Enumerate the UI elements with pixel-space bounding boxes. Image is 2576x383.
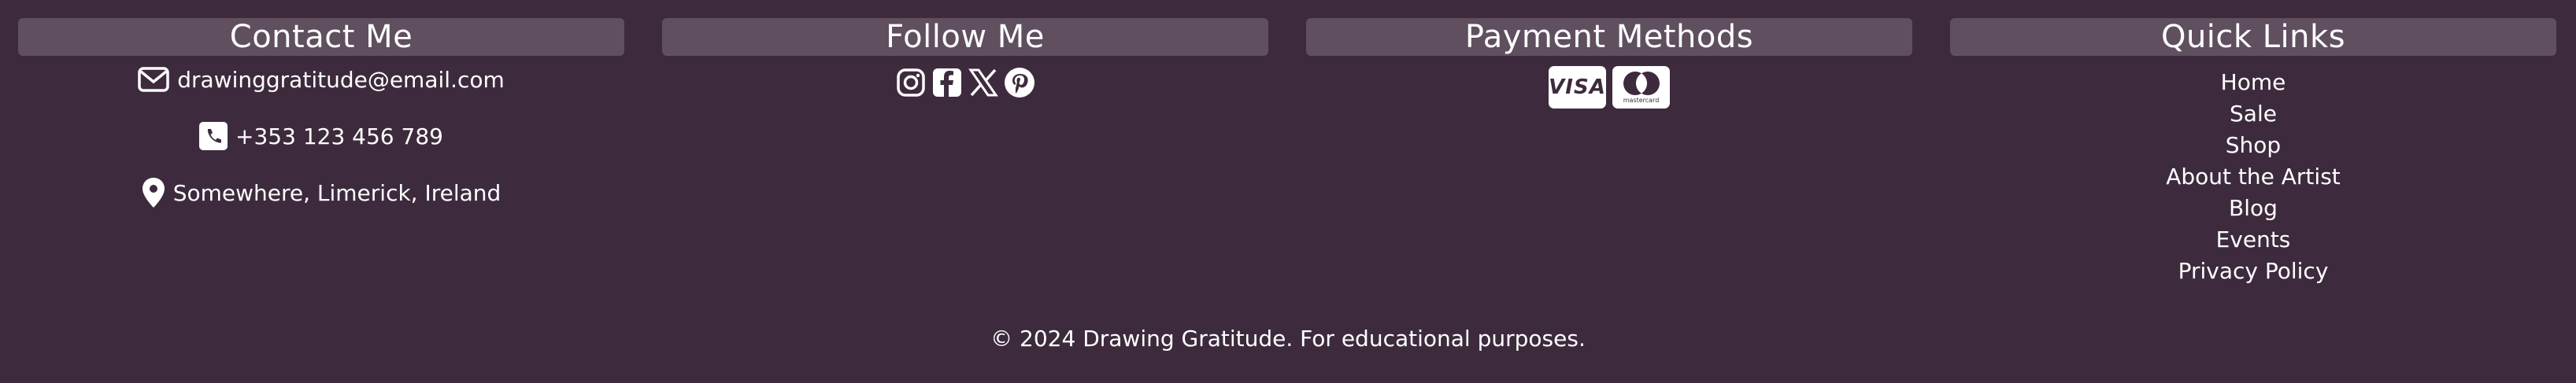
mastercard-label: mastercard [1623, 97, 1660, 104]
link-blog[interactable]: Blog [1950, 193, 2556, 224]
link-privacy-policy[interactable]: Privacy Policy [1950, 256, 2556, 287]
email-text[interactable]: drawinggratitude@email.com [177, 67, 505, 93]
link-events[interactable]: Events [1950, 224, 2556, 256]
x-icon[interactable] [968, 67, 999, 98]
payment-column: Payment Methods VISA mastercard [1306, 18, 1912, 109]
envelope-icon [138, 67, 169, 92]
visa-badge: VISA [1549, 66, 1606, 109]
follow-column: Follow Me [662, 18, 1268, 98]
site-footer: Contact Me drawinggratitude@email.com +3… [0, 0, 2576, 383]
link-home[interactable]: Home [1950, 67, 2556, 98]
link-about-the-artist[interactable]: About the Artist [1950, 161, 2556, 193]
payment-badges: VISA mastercard [1306, 66, 1912, 109]
payment-heading: Payment Methods [1306, 18, 1912, 56]
facebook-icon[interactable] [931, 67, 963, 98]
map-pin-icon [142, 177, 165, 208]
contact-column: Contact Me drawinggratitude@email.com +3… [18, 18, 624, 208]
phone-text[interactable]: +353 123 456 789 [235, 123, 443, 149]
quick-links-list: Home Sale Shop About the Artist Blog Eve… [1950, 67, 2556, 287]
mastercard-badge: mastercard [1612, 66, 1670, 109]
follow-heading: Follow Me [662, 18, 1268, 56]
address-text: Somewhere, Limerick, Ireland [172, 179, 502, 206]
social-links [662, 67, 1268, 98]
link-shop[interactable]: Shop [1950, 130, 2556, 161]
instagram-icon[interactable] [895, 67, 927, 98]
mastercard-circles-icon [1623, 72, 1660, 95]
quick-links-column: Quick Links Home Sale Shop About the Art… [1950, 18, 2556, 287]
copyright-text: © 2024 Drawing Gratitude. For educationa… [990, 326, 1586, 352]
address-row: Somewhere, Limerick, Ireland [18, 177, 624, 208]
phone-row[interactable]: +353 123 456 789 [18, 120, 624, 152]
visa-label: VISA [1549, 75, 1606, 99]
quick-links-heading: Quick Links [1950, 18, 2556, 56]
contact-heading: Contact Me [18, 18, 624, 56]
phone-icon [199, 122, 228, 150]
pinterest-icon[interactable] [1004, 67, 1035, 98]
link-sale[interactable]: Sale [1950, 98, 2556, 130]
email-row[interactable]: drawinggratitude@email.com [18, 64, 624, 95]
